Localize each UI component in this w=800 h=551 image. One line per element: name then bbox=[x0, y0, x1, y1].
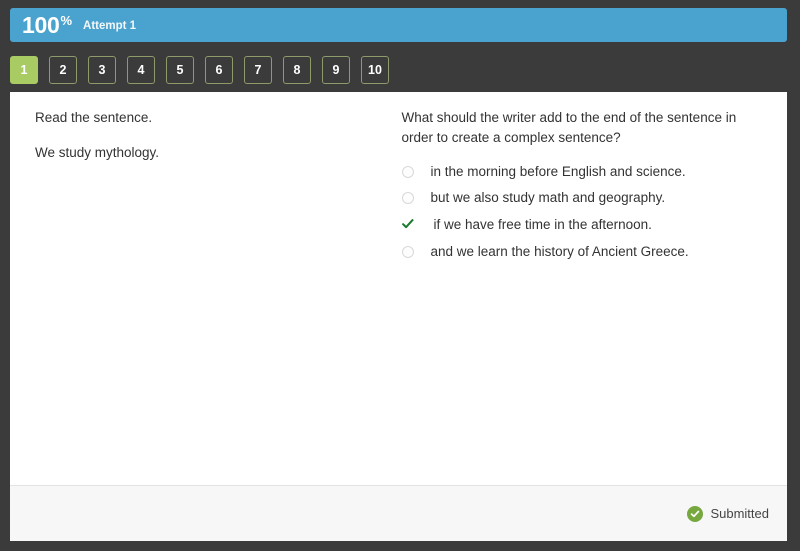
attempt-label: Attempt 1 bbox=[83, 20, 137, 32]
check-circle-icon bbox=[687, 505, 704, 522]
question-nav: 1 2 3 4 5 6 7 8 9 10 bbox=[10, 55, 389, 85]
question-nav-item-9[interactable]: 9 bbox=[322, 56, 350, 84]
answer-option[interactable]: if we have free time in the afternoon. bbox=[401, 216, 760, 235]
radio-icon[interactable] bbox=[401, 246, 414, 259]
answer-option[interactable]: in the morning before English and scienc… bbox=[401, 163, 760, 182]
answer-option-label: but we also study math and geography. bbox=[430, 190, 666, 206]
question-column: What should the writer add to the end of… bbox=[399, 108, 774, 485]
passage-column: Read the sentence. We study mythology. bbox=[24, 108, 399, 485]
answer-option-label: if we have free time in the afternoon. bbox=[433, 217, 652, 233]
percent-symbol: % bbox=[60, 12, 73, 28]
check-icon bbox=[401, 218, 414, 230]
answer-option[interactable]: and we learn the history of Ancient Gree… bbox=[401, 243, 760, 262]
passage-instruction: Read the sentence. bbox=[35, 110, 153, 125]
score-bar: 100 % Attempt 1 bbox=[10, 8, 787, 42]
question-nav-item-8[interactable]: 8 bbox=[283, 56, 311, 84]
question-nav-item-1[interactable]: 1 bbox=[10, 56, 38, 84]
radio-icon[interactable] bbox=[401, 165, 414, 178]
question-nav-item-2[interactable]: 2 bbox=[49, 56, 77, 84]
status-label: Submitted bbox=[710, 506, 769, 521]
question-nav-item-4[interactable]: 4 bbox=[127, 56, 155, 84]
question-prompt: What should the writer add to the end of… bbox=[401, 110, 737, 146]
score-value: 100 bbox=[22, 11, 60, 38]
radio-icon[interactable] bbox=[401, 192, 414, 205]
answer-option-label: in the morning before English and scienc… bbox=[430, 163, 686, 179]
question-nav-item-6[interactable]: 6 bbox=[205, 56, 233, 84]
answer-option[interactable]: but we also study math and geography. bbox=[401, 189, 760, 208]
question-nav-item-3[interactable]: 3 bbox=[88, 56, 116, 84]
question-nav-item-7[interactable]: 7 bbox=[244, 56, 272, 84]
passage-sentence: We study mythology. bbox=[35, 144, 160, 160]
answer-option-label: and we learn the history of Ancient Gree… bbox=[430, 244, 689, 260]
panel-footer: Submitted bbox=[10, 485, 787, 541]
question-panel: Read the sentence. We study mythology. W… bbox=[10, 92, 787, 541]
submission-status: Submitted bbox=[687, 505, 769, 522]
question-nav-item-5[interactable]: 5 bbox=[166, 56, 194, 84]
question-body: Read the sentence. We study mythology. W… bbox=[10, 92, 787, 485]
answer-options: in the morning before English and scienc… bbox=[401, 163, 760, 263]
quiz-screen: 100 % Attempt 1 1 2 3 4 5 6 7 8 9 10 Read the sen… bbox=[0, 0, 800, 551]
question-nav-item-10[interactable]: 10 bbox=[361, 56, 389, 84]
